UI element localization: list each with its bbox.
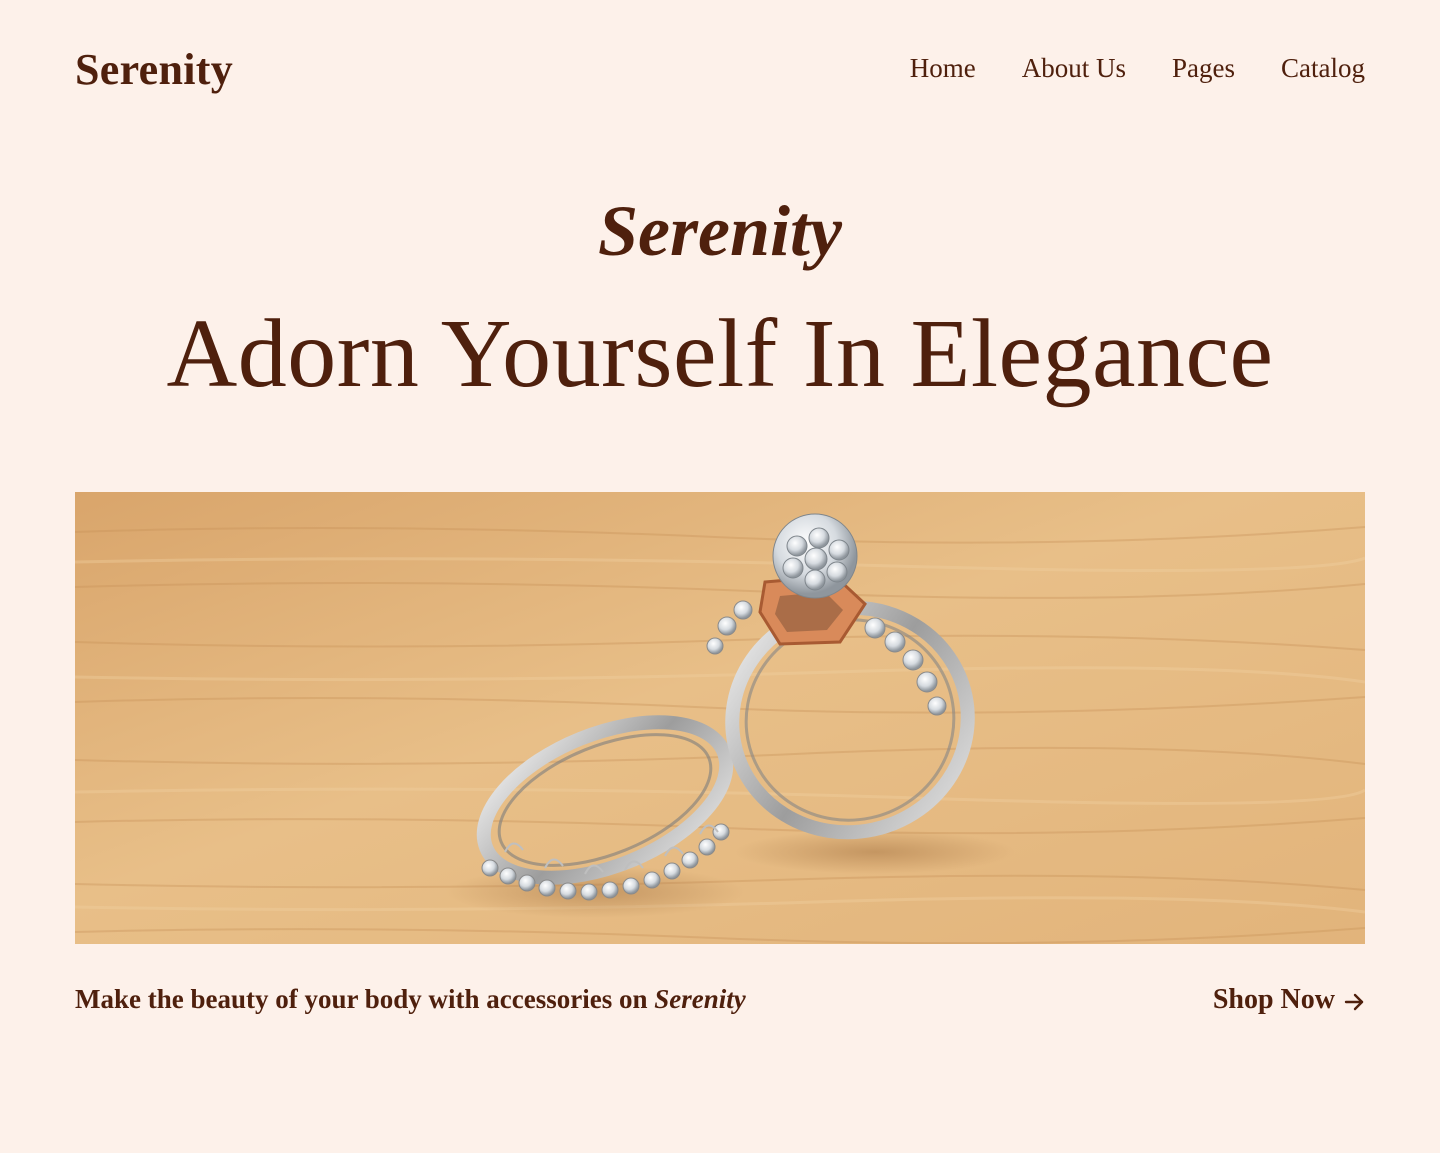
main-menu: Home About Us Pages Catalog (910, 53, 1365, 84)
nav-link-home[interactable]: Home (910, 53, 976, 84)
nav-link-pages[interactable]: Pages (1172, 53, 1235, 84)
hero-image-rings (75, 492, 1365, 944)
arrow-right-icon (1343, 989, 1365, 1011)
tagline: Make the beauty of your body with access… (75, 984, 746, 1015)
hero-subtitle: Serenity (598, 191, 842, 271)
hero-title: Adorn Yourself In Elegance (166, 300, 1274, 408)
shop-now-label: Shop Now (1212, 984, 1335, 1015)
top-navigation: Serenity Home About Us Pages Catalog (75, 40, 1365, 100)
tagline-text: Make the beauty of your body with access… (75, 984, 655, 1014)
site-logo[interactable]: Serenity (75, 44, 233, 95)
shop-now-button[interactable]: Shop Now (1213, 984, 1365, 1016)
nav-link-catalog[interactable]: Catalog (1281, 53, 1365, 84)
tagline-brand: Serenity (654, 984, 746, 1014)
nav-link-about-us[interactable]: About Us (1022, 53, 1126, 84)
